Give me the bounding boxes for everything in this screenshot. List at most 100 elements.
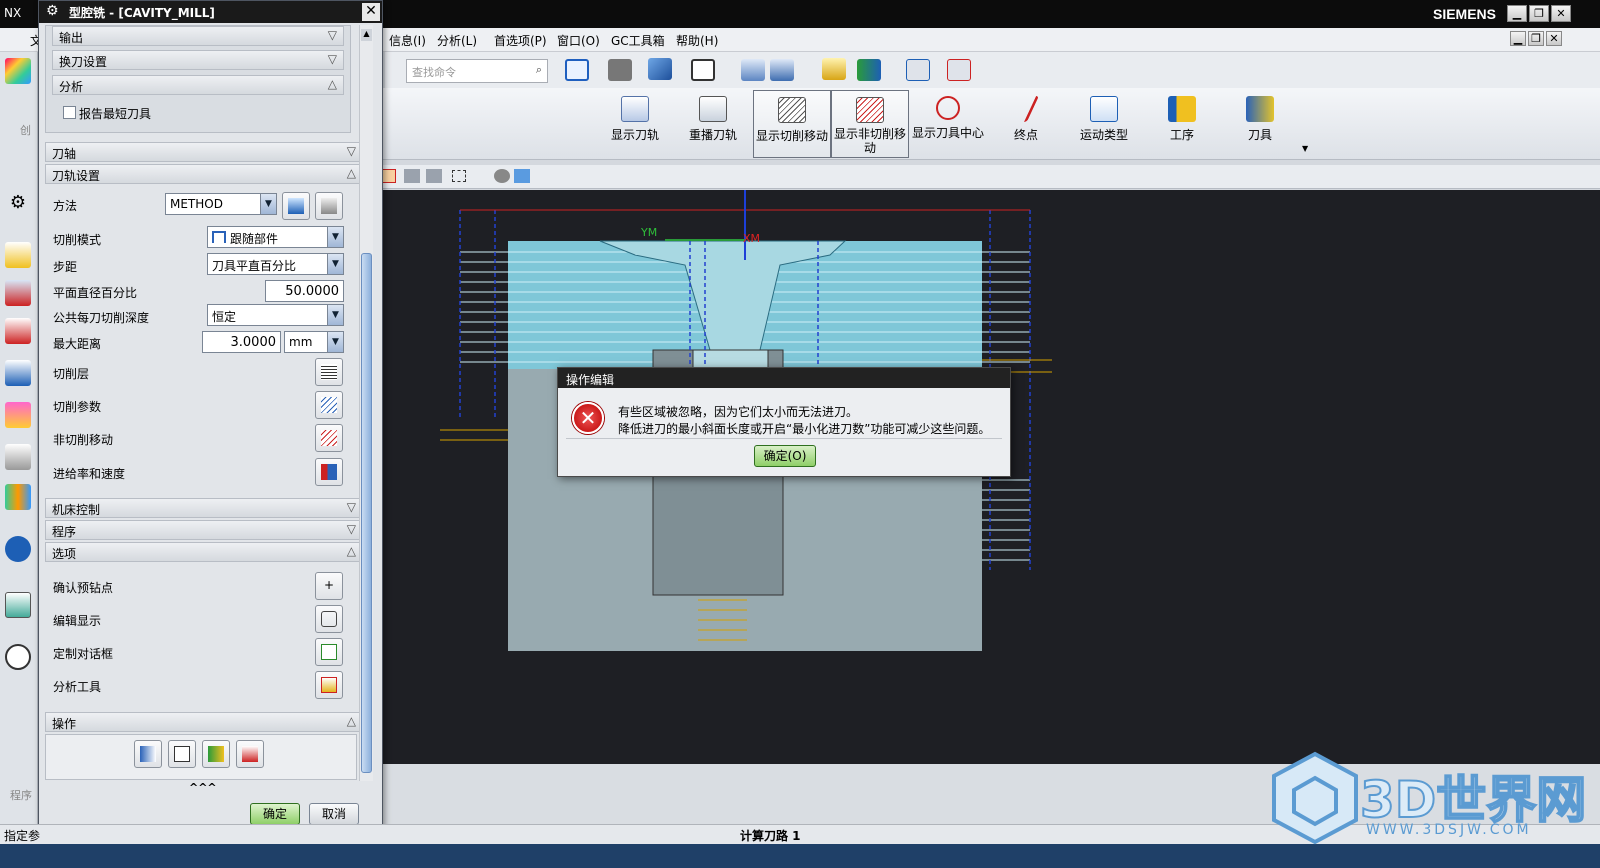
custom-dialog-button[interactable]	[315, 638, 343, 666]
assembly-navigator-icon[interactable]	[5, 280, 31, 306]
clock-icon[interactable]	[5, 644, 31, 670]
menu-help[interactable]: 帮助(H)	[676, 32, 718, 49]
replay-button[interactable]	[168, 740, 196, 768]
noncut-moves-icon	[856, 97, 884, 123]
hd3d-icon[interactable]	[5, 444, 31, 470]
close-window-button[interactable]: ✕	[1551, 5, 1571, 22]
non-cutting-moves-button[interactable]	[315, 424, 343, 452]
app-tab[interactable]: NX	[4, 6, 21, 20]
ribbon-overflow-icon[interactable]: ▼	[1302, 144, 1308, 153]
analysis-tool-button[interactable]	[315, 671, 343, 699]
graphics-viewport[interactable]: YM XM	[375, 190, 1600, 764]
measure-icon[interactable]	[906, 59, 930, 81]
cut-parameters-button[interactable]	[315, 391, 343, 419]
cancel-button[interactable]: 取消	[309, 803, 359, 825]
cube-icon[interactable]	[514, 169, 530, 183]
error-dialog-title: 操作编辑	[558, 368, 1010, 388]
method-select[interactable]: METHOD ▼	[165, 193, 277, 215]
confirm-predrill-button[interactable]: +	[315, 572, 343, 600]
error-ok-button[interactable]: 确定(O)	[754, 445, 816, 467]
reuse-library-icon[interactable]	[5, 402, 31, 428]
render-style-icon[interactable]	[608, 59, 632, 81]
show-toolpath-button[interactable]: 显示刀轨	[596, 90, 674, 158]
ym-label: YM	[640, 226, 657, 239]
section-tool-axis[interactable]: 刀轴 ▽	[45, 142, 363, 162]
playback-icon[interactable]	[857, 59, 881, 81]
snap2-icon[interactable]	[426, 169, 442, 183]
verify-button[interactable]	[202, 740, 230, 768]
menu-preferences[interactable]: 首选项(P)	[494, 32, 547, 49]
background-icon[interactable]	[691, 59, 715, 81]
depth-per-cut-select[interactable]: 恒定 ▼	[207, 304, 344, 326]
dialog-scrollbar[interactable]: ▲	[359, 25, 373, 781]
section-options[interactable]: 选项 △	[45, 542, 363, 562]
dialog-close-button[interactable]: ✕	[362, 3, 380, 21]
web-browser-icon[interactable]	[5, 536, 31, 562]
operation-icon	[1168, 96, 1196, 122]
ok-button[interactable]: 确定	[250, 803, 300, 825]
section-program[interactable]: 程序 ▽	[45, 520, 363, 540]
cut-pattern-select[interactable]: 跟随部件 ▼	[207, 226, 344, 248]
operation-button[interactable]: 工序	[1143, 90, 1221, 158]
gc-tool-icon[interactable]	[822, 58, 846, 80]
doc-restore-button[interactable]: ❐	[1528, 31, 1544, 46]
doc-minimize-button[interactable]: ▁	[1510, 31, 1526, 46]
doc-close-button[interactable]: ✕	[1546, 31, 1562, 46]
part-navigator-icon[interactable]	[5, 360, 31, 386]
section-tool-change[interactable]: 换刀设置 ▽	[52, 50, 344, 70]
app-logo-icon[interactable]	[5, 58, 31, 84]
list-output-button[interactable]	[236, 740, 264, 768]
history-icon[interactable]	[5, 592, 31, 618]
section-analysis[interactable]: 分析 △	[52, 75, 344, 95]
show-tool-center-button[interactable]: 显示刀具中心	[909, 90, 987, 158]
roles-icon[interactable]	[5, 484, 31, 510]
dimension-icon[interactable]	[947, 59, 971, 81]
method-new-button[interactable]	[282, 192, 310, 220]
operation-navigator-icon[interactable]	[5, 242, 31, 268]
method-edit-button[interactable]	[315, 192, 343, 220]
section-machine-control[interactable]: 机床控制 ▽	[45, 498, 363, 518]
expand-more-icon[interactable]: ^^^	[189, 781, 217, 794]
edit-display-button[interactable]	[315, 605, 343, 633]
method-new-icon	[288, 198, 304, 214]
replay-toolpath-button[interactable]: 重播刀轨	[674, 90, 752, 158]
section-path-settings[interactable]: 刀轨设置 △	[45, 164, 363, 184]
settings-gear-icon[interactable]: ⚙	[5, 192, 31, 218]
menu-window[interactable]: 窗口(O)	[557, 32, 600, 49]
flat-diameter-pct-input[interactable]: 50.0000	[265, 280, 344, 302]
motion-type-button[interactable]: 运动类型	[1065, 90, 1143, 158]
box-select-icon[interactable]	[452, 170, 466, 182]
feeds-speeds-button[interactable]	[315, 458, 343, 486]
dialog-gear-icon[interactable]: ⚙	[46, 3, 59, 19]
show-cut-moves-button[interactable]: 显示切削移动	[753, 90, 831, 158]
max-distance-unit-select[interactable]: mm ▼	[284, 331, 344, 353]
view-orient-icon[interactable]	[648, 58, 672, 80]
clip-view-icon[interactable]	[770, 59, 794, 81]
constraint-navigator-icon[interactable]	[5, 318, 31, 344]
verify-icon	[208, 746, 224, 762]
menu-analysis[interactable]: 分析(L)	[437, 32, 477, 49]
report-shortest-tool-checkbox[interactable]	[63, 106, 76, 119]
end-point-icon	[1012, 96, 1040, 122]
section-output[interactable]: 输出 ▽	[52, 26, 344, 46]
menu-info[interactable]: 信息(I)	[389, 32, 426, 49]
cut-levels-button[interactable]	[315, 358, 343, 386]
generate-toolpath-button[interactable]	[134, 740, 162, 768]
maximize-button[interactable]: ❐	[1529, 5, 1549, 22]
section-actions[interactable]: 操作 △	[45, 712, 363, 732]
max-distance-input[interactable]: 3.0000	[202, 331, 281, 353]
minimize-button[interactable]: ▁	[1507, 5, 1527, 22]
snap-icon[interactable]	[404, 169, 420, 183]
show-noncut-moves-button[interactable]: 显示非切削移动	[831, 90, 909, 158]
scroll-thumb[interactable]	[361, 253, 372, 773]
tool-button[interactable]: 刀具	[1221, 90, 1299, 158]
command-search-input[interactable]: 查找命令 ⌕	[406, 59, 548, 83]
fit-view-icon[interactable]	[565, 59, 589, 81]
end-point-button[interactable]: 终点	[987, 90, 1065, 158]
filter-icon[interactable]	[382, 169, 396, 183]
replay-icon	[174, 746, 190, 762]
menu-gc-toolbox[interactable]: GC工具箱	[611, 32, 665, 49]
stepover-select[interactable]: 刀具平直百分比 ▼	[207, 253, 344, 275]
section-view-icon[interactable]	[741, 59, 765, 81]
shade-icon[interactable]	[494, 169, 510, 183]
